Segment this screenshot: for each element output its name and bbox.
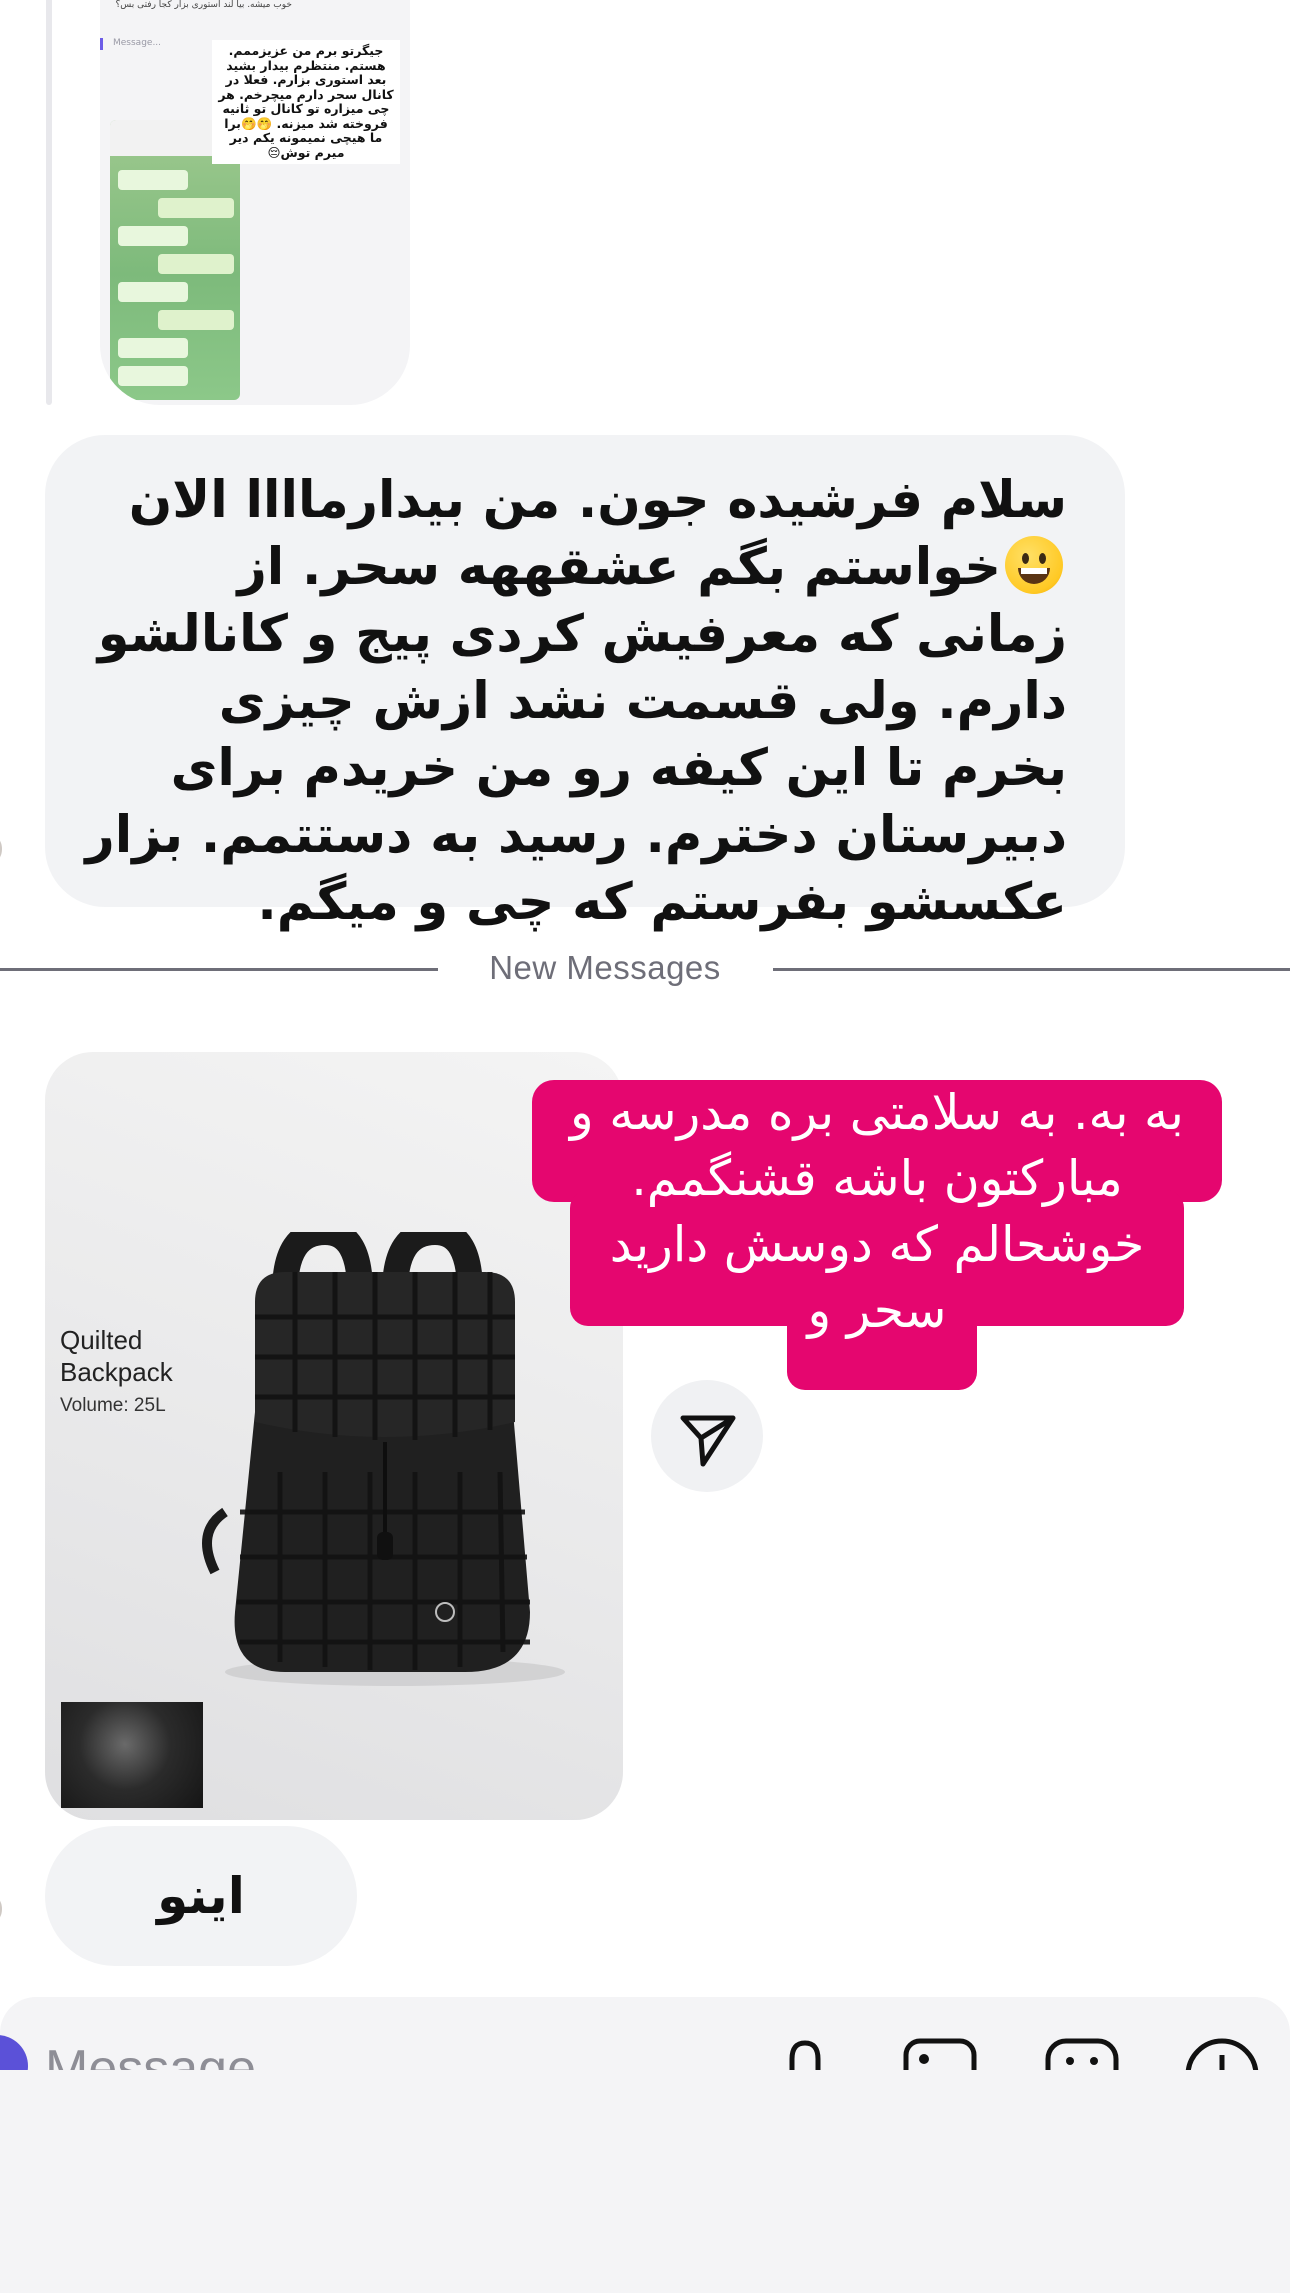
sender-avatar[interactable]	[0, 838, 2, 860]
story-caption: جیگرتو برم من عزیزممم. هستم. منتظرم بیدا…	[212, 40, 400, 164]
shared-story-image[interactable]: خوب میشه. بیا لند استوری بزار کجا رفتی ب…	[100, 0, 410, 405]
sticker-icon[interactable]	[1042, 2031, 1122, 2070]
new-messages-divider: New Messages	[489, 949, 721, 986]
sender-avatar-2[interactable]	[0, 1898, 2, 1920]
sent-message-text: به به. به سلامتی بره مدرسه و مبارکتون با…	[570, 1084, 1184, 1339]
product-title: Quilted Backpack	[60, 1325, 173, 1387]
camera-button[interactable]	[0, 2035, 28, 2070]
received-message-bubble-2[interactable]: اینو خریدم	[45, 1826, 357, 2065]
backpack-image	[202, 1232, 565, 1686]
product-thumbnail[interactable]	[61, 1702, 203, 1808]
dm-thread-screen: خوب میشه. بیا لند استوری بزار کجا رفتی ب…	[0, 0, 1290, 2293]
story-top-text: خوب میشه. بیا لند استوری بزار کجا رفتی ب…	[115, 0, 292, 10]
reply-thread-line	[46, 0, 52, 405]
image-icon[interactable]	[900, 2031, 980, 2070]
message-composer: Message...	[0, 1997, 1290, 2293]
plus-circle-icon[interactable]	[1180, 2031, 1264, 2070]
message-text-part2: خواستم بگم عشقههه سحر. از زمانی که معرفی…	[85, 538, 1067, 932]
received-message-bubble[interactable]: سلام فرشیده جون. من بیدارماااا الان خواست…	[45, 435, 1125, 932]
message-input[interactable]: Message...	[45, 2039, 299, 2070]
share-button[interactable]	[651, 1380, 763, 1492]
grinning-face-emoji-icon	[1005, 536, 1063, 594]
message-text-part1: سلام فرشیده جون. من بیدارماااا الان	[128, 471, 1067, 530]
microphone-icon[interactable]	[770, 2031, 840, 2070]
divider-line-left	[0, 968, 438, 971]
divider-line-right	[773, 968, 1290, 971]
product-volume: Volume: 25L	[60, 1395, 166, 1416]
paper-plane-icon	[680, 1415, 736, 1467]
